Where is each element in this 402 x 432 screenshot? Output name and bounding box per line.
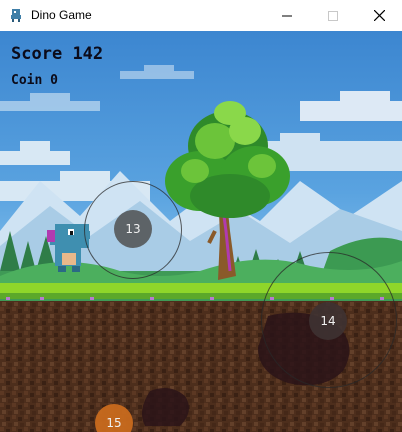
coin-display: Coin 0 [11,73,58,88]
coin-value: 0 [50,73,58,88]
target-number: 15 [106,416,122,430]
target-marker[interactable]: 13 [114,210,152,248]
score-value: 142 [72,44,104,64]
coin-label: Coin [11,73,43,88]
game-window: Dino Game Score 142 Coin 0 13 14 15 [0,0,402,432]
title-bar[interactable]: Dino Game [0,0,402,32]
minimize-button[interactable] [264,0,310,31]
dino-app-icon [11,9,21,22]
maximize-button[interactable] [310,0,356,31]
target-marker[interactable]: 14 [309,302,347,340]
minimize-icon [282,15,292,16]
score-display: Score 142 [11,44,103,64]
score-label: Score [11,44,63,64]
game-canvas[interactable]: Score 142 Coin 0 13 14 15 [0,31,402,432]
target-number: 14 [320,314,336,328]
maximize-icon [328,10,338,21]
window-title: Dino Game [31,8,92,22]
target-number: 13 [125,222,141,236]
close-button[interactable] [356,0,402,31]
close-icon [373,10,385,21]
